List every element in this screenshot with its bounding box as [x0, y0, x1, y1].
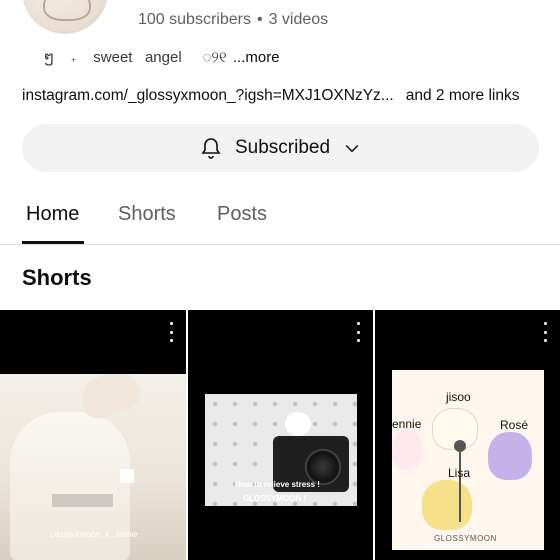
- channel-avatar[interactable]: [22, 0, 108, 34]
- short-watermark: GlossyXmoon_X_Jennie: [50, 530, 138, 539]
- tab-home[interactable]: Home: [26, 203, 79, 226]
- channel-description[interactable]: ໆ ₊ sweet angel ◌୨୧ ...more: [44, 48, 280, 66]
- active-tab-indicator: [22, 241, 84, 244]
- bio-symbol: ໆ: [44, 49, 55, 66]
- short-thumbnail: jisoo ennie Rosé Lisa GLOSSYMOON: [392, 370, 544, 550]
- subscribed-button[interactable]: Subscribed: [22, 124, 539, 172]
- character-label: jisoo: [446, 390, 471, 404]
- short-card[interactable]: GlossyXmoon_X_Jennie: [0, 310, 186, 560]
- channel-stats: 100 subscribers • 3 videos: [138, 11, 328, 29]
- microphone-shape: [454, 440, 466, 452]
- cup-shape: [120, 469, 134, 483]
- subscribed-label: Subscribed: [234, 137, 331, 158]
- bio-word: sweet: [93, 49, 133, 66]
- bell-icon: [201, 138, 221, 159]
- more-options-icon[interactable]: [166, 322, 176, 342]
- more-options-icon[interactable]: [353, 322, 363, 342]
- tab-shorts[interactable]: Shorts: [118, 203, 176, 226]
- short-card[interactable]: How to relieve stress ! GLOSSYMOON !: [188, 310, 373, 560]
- character-label: Rosé: [500, 418, 529, 432]
- subscriber-count: 100 subscribers: [138, 11, 251, 28]
- instagram-link[interactable]: instagram.com/_glossyxmoon_?igsh=MXJ1OXN…: [22, 87, 394, 104]
- short-thumbnail: GlossyXmoon_X_Jennie: [0, 374, 186, 560]
- stats-separator: •: [256, 11, 263, 28]
- short-card[interactable]: jisoo ennie Rosé Lisa GLOSSYMOON: [375, 310, 560, 560]
- tab-posts[interactable]: Posts: [217, 203, 267, 226]
- bunny-figure: [285, 412, 311, 436]
- short-caption: [52, 494, 113, 507]
- channel-links[interactable]: instagram.com/_glossyxmoon_?igsh=MXJ1OXN…: [22, 87, 519, 105]
- character-rose: [488, 432, 532, 480]
- more-options-icon[interactable]: [540, 322, 550, 342]
- video-count: 3 videos: [268, 11, 329, 28]
- short-watermark: GLOSSYMOON: [434, 534, 497, 543]
- channel-tabs: Home Shorts Posts: [0, 190, 560, 245]
- character-label: Lisa: [448, 466, 471, 480]
- bio-symbol: ◌୨୧: [202, 49, 227, 66]
- chevron-down-icon: [345, 144, 359, 153]
- short-watermark: GLOSSYMOON !: [243, 494, 307, 503]
- shorts-shelf: GlossyXmoon_X_Jennie How to relieve stre…: [0, 310, 560, 560]
- bio-word: angel: [144, 49, 182, 66]
- character-jennie: [392, 430, 422, 470]
- more-links[interactable]: and 2 more links: [406, 87, 520, 104]
- more-link[interactable]: ...more: [233, 49, 280, 66]
- bio-symbol: ₊: [70, 53, 77, 65]
- short-thumbnail: How to relieve stress ! GLOSSYMOON !: [205, 394, 357, 506]
- character-label: ennie: [392, 417, 422, 431]
- section-title: Shorts: [22, 265, 92, 290]
- short-caption: How to relieve stress !: [235, 480, 320, 489]
- character-lisa: [422, 480, 472, 530]
- microphone-stand: [459, 452, 461, 522]
